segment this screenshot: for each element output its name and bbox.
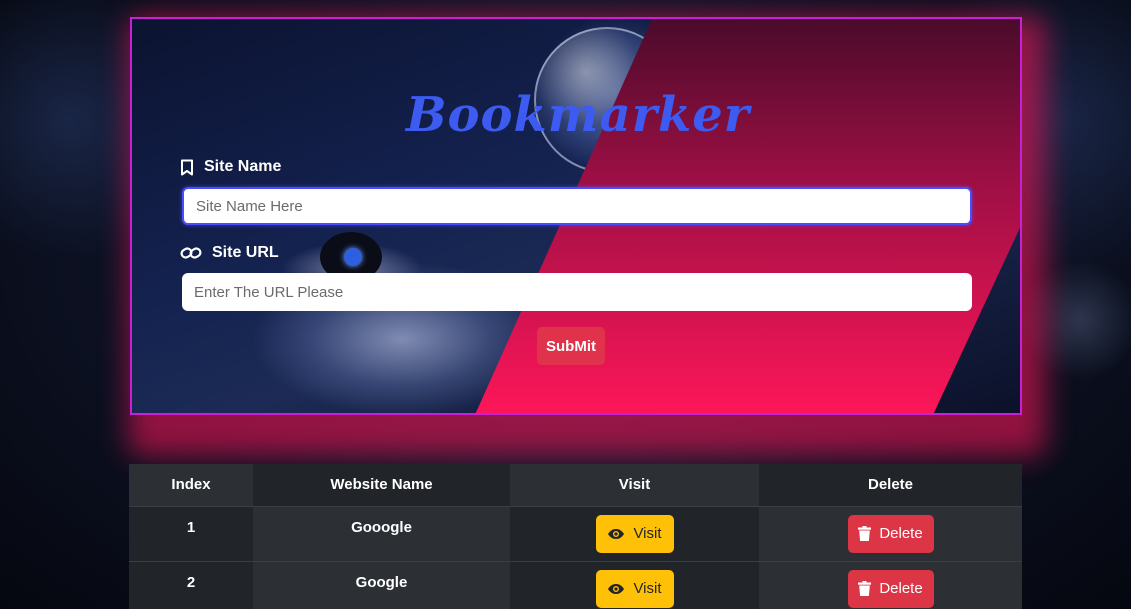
bookmark-form-card: Bookmarker Site Name Site URL SubMit (130, 17, 1022, 415)
row-index: 2 (129, 560, 253, 609)
app-title: Bookmarker (405, 87, 751, 143)
row-visit-cell: Visit (510, 505, 759, 561)
visit-button[interactable]: Visit (595, 514, 674, 553)
site-name-input[interactable] (182, 187, 972, 225)
row-website-name: Google (253, 560, 510, 609)
delete-button[interactable]: Delete (847, 569, 934, 608)
visit-button-label: Visit (633, 525, 662, 542)
row-index: 1 (129, 505, 253, 561)
eye-icon (607, 583, 625, 595)
row-visit-cell: Visit (510, 560, 759, 609)
table-header-row: Index Website Name Visit Delete (129, 464, 1022, 506)
site-url-input[interactable] (182, 273, 972, 311)
header-visit: Visit (510, 464, 759, 506)
header-delete: Delete (759, 464, 1022, 506)
bookmarks-table: Index Website Name Visit Delete 1 Gooogl… (129, 464, 1022, 609)
trash-icon (858, 581, 872, 597)
header-index: Index (129, 464, 253, 506)
site-url-label-text: Site URL (212, 244, 279, 261)
visit-button-label: Visit (633, 580, 662, 598)
row-website-name: Gooogle (253, 505, 510, 561)
delete-button[interactable]: Delete (847, 514, 934, 553)
header-website-name: Website Name (253, 464, 510, 506)
submit-button[interactable]: SubMit (537, 327, 605, 365)
site-url-label: Site URL (180, 244, 279, 262)
trash-icon (858, 526, 872, 541)
site-name-label-text: Site Name (204, 158, 282, 175)
delete-button-label: Delete (879, 525, 923, 542)
link-icon (180, 245, 202, 261)
row-delete-cell: Delete (759, 560, 1022, 609)
site-name-label: Site Name (180, 158, 281, 176)
table-row: 1 Gooogle Visit Delete (129, 505, 1022, 561)
visit-button[interactable]: Visit (595, 569, 674, 608)
bookmark-icon (180, 159, 194, 176)
delete-button-label: Delete (879, 580, 923, 598)
eye-icon (607, 528, 625, 540)
table-row: 2 Google Visit Delete (129, 560, 1022, 609)
row-delete-cell: Delete (759, 505, 1022, 561)
